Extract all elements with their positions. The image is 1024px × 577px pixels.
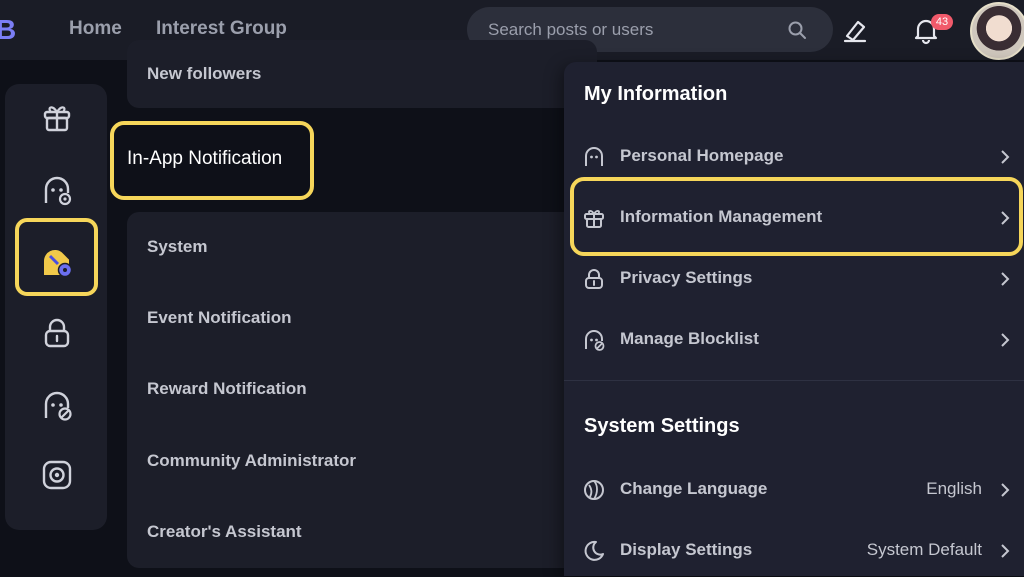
sidebar-active-highlight — [15, 218, 98, 296]
search-placeholder: Search posts or users — [488, 20, 654, 39]
menu-label: Change Language — [620, 479, 768, 498]
section-title-highlight — [110, 121, 314, 200]
menu-item-manage-blocklist[interactable]: Manage Blocklist — [564, 314, 1024, 366]
user-icon — [585, 147, 603, 166]
notification-badge: 43 — [931, 14, 953, 30]
globe-icon — [584, 480, 604, 500]
logo[interactable]: B — [0, 14, 16, 46]
settings-sidebar — [5, 84, 107, 530]
notification-list: System Event Notification Reward Notific… — [127, 212, 597, 568]
user-gear-icon[interactable] — [38, 171, 76, 209]
menu-item-display-settings[interactable]: Display Settings System Default — [564, 525, 1024, 577]
avatar[interactable] — [970, 2, 1024, 60]
chevron-right-icon — [1001, 544, 1010, 558]
menu-item-highlight — [570, 177, 1023, 256]
menu-label: Manage Blocklist — [620, 329, 759, 348]
gift-icon[interactable] — [38, 98, 76, 136]
system-settings-heading: System Settings — [584, 415, 740, 437]
pencil-icon[interactable] — [841, 16, 869, 44]
display-value: System Default — [866, 540, 982, 559]
nav-home[interactable]: Home — [69, 18, 122, 40]
menu-label: Privacy Settings — [620, 268, 753, 287]
lock-icon[interactable] — [38, 314, 76, 352]
list-item-new-followers[interactable]: New followers — [147, 64, 261, 84]
lock-icon — [585, 269, 603, 289]
chevron-right-icon — [1001, 272, 1010, 286]
list-item-creators-assistant[interactable]: Creator's Assistant — [147, 522, 302, 542]
moon-icon — [584, 540, 604, 561]
menu-label: Personal Homepage — [620, 146, 784, 165]
user-block-icon[interactable] — [38, 386, 76, 424]
language-value: English — [926, 479, 982, 498]
new-followers-card: New followers — [127, 40, 597, 108]
list-item-community-administrator[interactable]: Community Administrator — [147, 451, 356, 471]
chevron-right-icon — [1001, 333, 1010, 347]
menu-item-privacy-settings[interactable]: Privacy Settings — [564, 253, 1024, 305]
nav-interest-group[interactable]: Interest Group — [156, 18, 287, 40]
account-dropdown-menu: My Information Personal Homepage Informa… — [564, 62, 1024, 576]
list-item-event-notification[interactable]: Event Notification — [147, 308, 292, 328]
menu-item-personal-homepage[interactable]: Personal Homepage — [564, 131, 1024, 183]
list-item-system[interactable]: System — [147, 237, 207, 257]
menu-divider — [564, 380, 1024, 381]
chevron-right-icon — [1001, 150, 1010, 164]
menu-item-change-language[interactable]: Change Language English — [564, 464, 1024, 516]
list-item-reward-notification[interactable]: Reward Notification — [147, 379, 307, 399]
my-information-heading: My Information — [584, 83, 728, 105]
search-icon[interactable] — [787, 20, 807, 40]
chevron-right-icon — [1001, 483, 1010, 497]
settings-gear-icon[interactable] — [38, 456, 76, 494]
user-block-icon — [585, 330, 605, 351]
menu-label: Display Settings — [620, 540, 753, 559]
